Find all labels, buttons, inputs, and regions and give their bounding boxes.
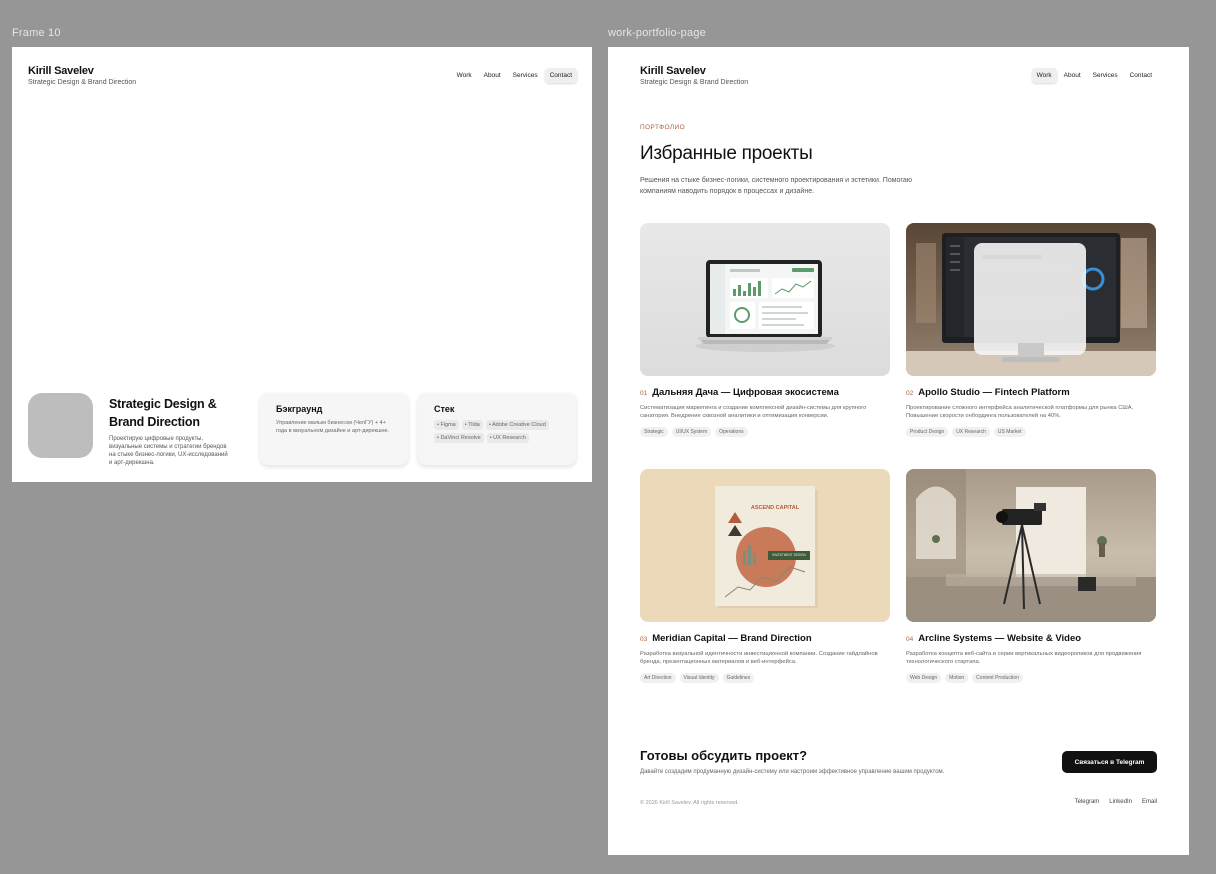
- footer-links: Telegram LinkedIn Email: [1075, 799, 1157, 805]
- camera-studio-image: [906, 469, 1156, 622]
- project-tag: Web Design: [906, 673, 942, 683]
- stack-chips: • Figma • Tilda • Adobe Creative Cloud •…: [434, 420, 560, 443]
- project-name: Meridian Capital — Brand Direction: [652, 633, 812, 644]
- footer-copyright: © 2026 Kirill Savelev. All rights reserv…: [640, 800, 739, 806]
- hero-title: Strategic Design & Brand Direction: [109, 397, 217, 429]
- brand-book-image: ASCEND CAPITAL INVESTMENT DESIGN: [640, 469, 890, 622]
- project-card[interactable]: 04 Arcline Systems — Website & Video Раз…: [906, 469, 1156, 683]
- project-tag: Strategic: [640, 427, 668, 437]
- hero-description: Проектирую цифровые продукты, визуальные…: [109, 436, 228, 466]
- project-tags: Product Design UX Research US Market: [906, 427, 1156, 437]
- project-number: 03: [640, 636, 648, 643]
- project-description: Разработка визуальной идентичности инвес…: [640, 651, 878, 665]
- cta-title: Готовы обсудить проект?: [640, 748, 808, 763]
- project-number: 02: [906, 390, 914, 397]
- portfolio-page: Kirill Savelev Strategic Design & Brand …: [608, 47, 1189, 855]
- project-title: 03 Meridian Capital — Brand Direction: [640, 633, 890, 644]
- nav-services[interactable]: Services: [508, 68, 543, 83]
- book-cover-title: ASCEND CAPITAL: [750, 505, 800, 511]
- monitor-image: [906, 223, 1156, 376]
- section-eyebrow: ПОРТФОЛИО: [640, 124, 686, 131]
- project-description: Разработка концепта веб-сайта и серии ве…: [906, 651, 1142, 665]
- stack-chip: • Figma: [434, 420, 459, 430]
- footer-link-linkedin[interactable]: LinkedIn: [1109, 799, 1132, 805]
- frame-10: Kirill Savelev Strategic Design & Brand …: [12, 47, 592, 482]
- brand-subtitle: Strategic Design & Brand Direction: [28, 79, 137, 86]
- main-nav: Work About Services Contact: [450, 68, 577, 83]
- project-tag: Art Direction: [640, 673, 676, 683]
- main-nav: Work About Services Contact: [1030, 68, 1157, 83]
- project-tag: Guidelines: [722, 673, 755, 683]
- project-tag: UX Research: [952, 427, 990, 437]
- project-description: Систематизация маркетинга и создание ком…: [640, 405, 867, 419]
- project-card[interactable]: 01 Дальняя Дача — Цифровая экосистема Си…: [640, 223, 890, 437]
- project-tag: UI/UX System: [671, 427, 712, 437]
- project-card[interactable]: 02 Apollo Studio — Fintech Platform Прое…: [906, 223, 1156, 437]
- project-description: Проектирование сложного интерфейса анали…: [906, 405, 1134, 419]
- stack-card: Стек • Figma • Tilda • Adobe Creative Cl…: [418, 393, 576, 465]
- project-name: Apollo Studio — Fintech Platform: [918, 387, 1070, 398]
- stack-chip: • Tilda: [461, 420, 483, 430]
- background-card-text: Управление малым бизнесом (ЧелГУ) + 4+ г…: [276, 420, 390, 434]
- cta-description: Давайте создадим продуманную дизайн-сист…: [640, 769, 945, 775]
- brand[interactable]: Kirill Savelev Strategic Design & Brand …: [640, 65, 748, 86]
- brand-name: Kirill Savelev: [28, 65, 94, 77]
- avatar: [28, 393, 93, 458]
- page-description: Решения на стыке бизнес-логики, системно…: [640, 177, 912, 195]
- telegram-contact-button[interactable]: Связаться в Telegram: [1062, 751, 1157, 773]
- nav-about[interactable]: About: [479, 68, 506, 83]
- project-number: 04: [906, 636, 914, 643]
- footer-link-telegram[interactable]: Telegram: [1075, 799, 1100, 805]
- nav-about[interactable]: About: [1059, 68, 1086, 83]
- frame-label-frame10: Frame 10: [12, 27, 61, 39]
- nav-contact[interactable]: Contact: [1125, 68, 1157, 83]
- stack-chip: • UX Research: [486, 433, 529, 443]
- nav-contact[interactable]: Contact: [544, 68, 577, 83]
- brand-subtitle: Strategic Design & Brand Direction: [640, 79, 749, 86]
- background-card-title: Бэкграунд: [276, 404, 323, 414]
- project-tags: Strategic UI/UX System Operations: [640, 427, 890, 437]
- nav-work[interactable]: Work: [1031, 68, 1057, 83]
- project-name: Дальняя Дача — Цифровая экосистема: [652, 387, 839, 398]
- project-tag: Product Design: [906, 427, 949, 437]
- page-title: Избранные проекты: [640, 143, 813, 164]
- project-tag: Motion: [945, 673, 969, 683]
- stack-chip: • Adobe Creative Cloud: [485, 420, 549, 430]
- stack-chip: • DaVinci Resolve: [434, 433, 484, 443]
- footer-link-email[interactable]: Email: [1142, 799, 1157, 805]
- nav-services[interactable]: Services: [1088, 68, 1123, 83]
- project-title: 02 Apollo Studio — Fintech Platform: [906, 387, 1156, 398]
- project-tag: Visual Identity: [679, 673, 719, 683]
- project-title: 04 Arcline Systems — Website & Video: [906, 633, 1156, 644]
- project-tag: Operations: [715, 427, 748, 437]
- project-title: 01 Дальняя Дача — Цифровая экосистема: [640, 387, 890, 398]
- project-tag: Content Production: [972, 673, 1023, 683]
- project-tags: Web Design Motion Content Production: [906, 673, 1156, 683]
- project-name: Arcline Systems — Website & Video: [918, 633, 1082, 644]
- brand[interactable]: Kirill Savelev Strategic Design & Brand …: [28, 65, 136, 86]
- brand-name: Kirill Savelev: [640, 65, 706, 77]
- project-tag: US Market: [993, 427, 1026, 437]
- stack-card-title: Стек: [434, 404, 455, 414]
- book-cover-badge: INVESTMENT DESIGN: [772, 553, 806, 557]
- project-tags: Art Direction Visual Identity Guidelines: [640, 673, 890, 683]
- project-card[interactable]: ASCEND CAPITAL INVESTMENT DESIGN 03 Meri…: [640, 469, 890, 683]
- nav-work[interactable]: Work: [452, 68, 477, 83]
- laptop-image: [640, 223, 890, 376]
- project-number: 01: [640, 390, 648, 397]
- background-card: Бэкграунд Управление малым бизнесом (Чел…: [260, 393, 408, 465]
- frame-label-portfolio: work-portfolio-page: [608, 27, 706, 39]
